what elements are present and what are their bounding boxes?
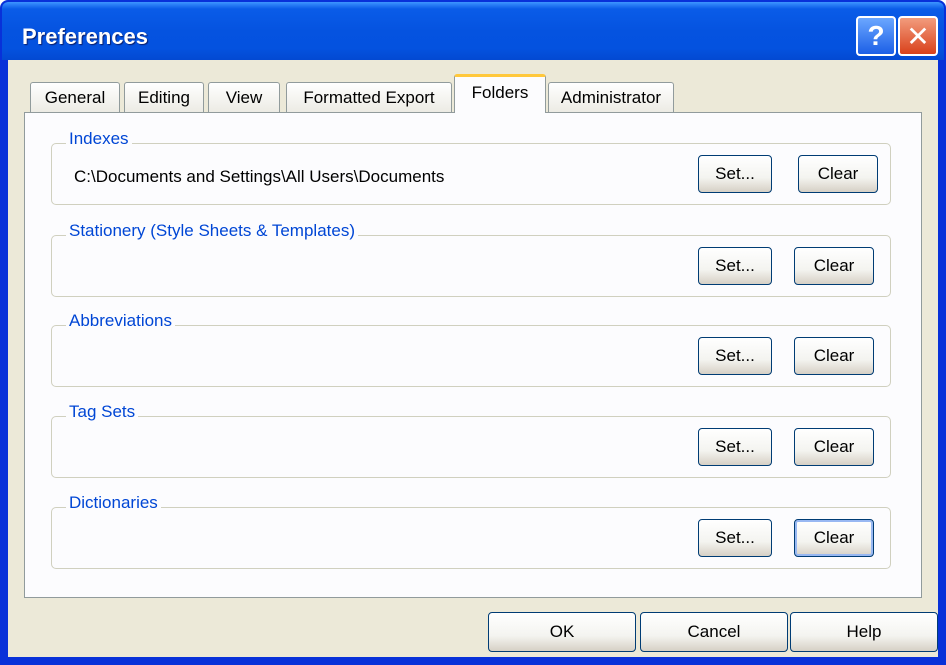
- ok-button[interactable]: OK: [488, 612, 636, 652]
- window-title: Preferences: [22, 24, 148, 49]
- group-tag-sets: Tag Sets Set... Clear: [51, 402, 891, 478]
- group-stationery: Stationery (Style Sheets & Templates) Se…: [51, 221, 891, 297]
- group-label-stationery: Stationery (Style Sheets & Templates): [66, 221, 358, 241]
- abbreviations-clear-button[interactable]: Clear: [794, 337, 874, 375]
- tab-editing[interactable]: Editing: [124, 82, 204, 112]
- dictionaries-clear-button[interactable]: Clear: [794, 519, 874, 557]
- tag-sets-set-button[interactable]: Set...: [698, 428, 772, 466]
- group-label-abbreviations: Abbreviations: [66, 311, 176, 331]
- stationery-clear-button[interactable]: Clear: [794, 247, 874, 285]
- close-icon[interactable]: ✕: [898, 16, 938, 56]
- tab-strip: General Editing View Formatted Export Fo…: [30, 74, 920, 113]
- help-icon[interactable]: ?: [856, 16, 896, 56]
- tab-formatted-export[interactable]: Formatted Export: [286, 82, 452, 112]
- cancel-button[interactable]: Cancel: [640, 612, 788, 652]
- group-label-dictionaries: Dictionaries: [66, 493, 161, 513]
- dictionaries-set-button[interactable]: Set...: [698, 519, 772, 557]
- indexes-clear-button[interactable]: Clear: [798, 155, 878, 193]
- tag-sets-clear-button[interactable]: Clear: [794, 428, 874, 466]
- indexes-set-button[interactable]: Set...: [698, 155, 772, 193]
- folders-panel: Indexes C:\Documents and Settings\All Us…: [24, 112, 922, 598]
- group-label-indexes: Indexes: [66, 129, 132, 149]
- title-bar[interactable]: Preferences ? ✕: [2, 2, 944, 60]
- group-dictionaries: Dictionaries Set... Clear: [51, 493, 891, 569]
- dialog-client-area: General Editing View Formatted Export Fo…: [8, 60, 938, 657]
- tab-folders[interactable]: Folders: [454, 74, 546, 113]
- indexes-path: C:\Documents and Settings\All Users\Docu…: [74, 167, 445, 186]
- abbreviations-set-button[interactable]: Set...: [698, 337, 772, 375]
- tab-general[interactable]: General: [30, 82, 120, 112]
- group-abbreviations: Abbreviations Set... Clear: [51, 311, 891, 387]
- group-label-tag-sets: Tag Sets: [66, 402, 139, 422]
- tab-administrator[interactable]: Administrator: [548, 82, 674, 112]
- tab-view[interactable]: View: [208, 82, 280, 112]
- help-button[interactable]: Help: [790, 612, 938, 652]
- preferences-window: Preferences ? ✕ General Editing View For…: [0, 0, 946, 665]
- stationery-set-button[interactable]: Set...: [698, 247, 772, 285]
- group-indexes: Indexes C:\Documents and Settings\All Us…: [51, 129, 891, 205]
